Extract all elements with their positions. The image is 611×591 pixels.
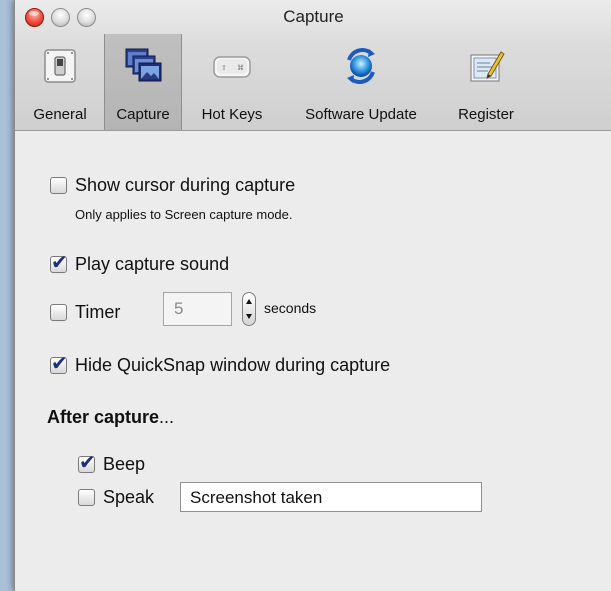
tab-software-update[interactable]: Software Update [284, 34, 438, 130]
tab-capture-label: Capture [116, 106, 170, 123]
speak-option[interactable]: Speak [78, 487, 154, 508]
timer-seconds-field[interactable]: 5 [163, 292, 232, 326]
play-sound-option[interactable]: Play capture sound [50, 250, 230, 275]
screenshots-icon [125, 48, 162, 82]
play-sound-label: Play capture sound [75, 254, 230, 274]
title-bar[interactable]: Capture [15, 0, 611, 34]
show-cursor-option[interactable]: Show cursor during capture [50, 175, 295, 196]
tab-hot-keys[interactable]: ⇧ ⌘ Hot Keys [182, 34, 282, 130]
window-chrome: Capture General Capture ⇧ ⌘ Hot Keys Sof… [15, 0, 611, 131]
hide-window-option[interactable]: Hide QuickSnap window during capture [50, 351, 391, 376]
window-title: Capture [283, 7, 344, 26]
speak-text-field[interactable]: Screenshot taken [180, 482, 482, 512]
tab-software-update-label: Software Update [305, 106, 417, 123]
svg-text:⌘: ⌘ [237, 64, 244, 72]
timer-option[interactable]: Timer [50, 302, 120, 323]
stepper-up-icon[interactable] [246, 299, 252, 304]
certificate-pen-icon [470, 51, 505, 82]
hide-window-checkbox[interactable] [50, 351, 68, 375]
beep-checkbox[interactable] [78, 450, 96, 474]
switch-icon [44, 49, 76, 83]
speak-checkbox[interactable] [78, 489, 95, 506]
tab-capture[interactable]: Capture [104, 34, 182, 130]
tab-hot-keys-label: Hot Keys [201, 106, 263, 123]
update-arrows-icon [347, 48, 375, 84]
timer-label: Timer [75, 302, 121, 322]
speak-label: Speak [103, 487, 155, 507]
stepper-down-icon[interactable] [246, 314, 252, 319]
tab-general-label: General [33, 106, 87, 123]
tab-register-label: Register [458, 106, 514, 123]
show-cursor-checkbox[interactable] [50, 177, 67, 194]
timer-stepper[interactable] [242, 292, 256, 326]
capture-pane: Show cursor during capture Only applies … [15, 131, 611, 591]
hide-window-label: Hide QuickSnap window during capture [75, 355, 391, 375]
beep-option[interactable]: Beep [78, 450, 146, 475]
tab-register[interactable]: Register [440, 34, 532, 130]
beep-label: Beep [103, 454, 146, 474]
after-capture-heading-text: After capture [47, 407, 160, 427]
play-sound-checkbox[interactable] [50, 250, 68, 274]
after-capture-heading: After capture... [47, 407, 174, 428]
preferences-toolbar: General Capture ⇧ ⌘ Hot Keys Software Up… [15, 34, 611, 130]
preferences-window: Capture General Capture ⇧ ⌘ Hot Keys Sof… [14, 0, 611, 591]
show-cursor-label: Show cursor during capture [75, 175, 296, 195]
timer-unit-label: seconds [264, 300, 317, 316]
tab-general[interactable]: General [17, 34, 103, 130]
after-capture-heading-ellipsis: ... [159, 407, 175, 427]
keyboard-key-icon: ⇧ ⌘ [213, 56, 251, 78]
show-cursor-note: Only applies to Screen capture mode. [75, 207, 293, 222]
timer-checkbox[interactable] [50, 304, 67, 321]
svg-text:⇧: ⇧ [221, 64, 227, 72]
